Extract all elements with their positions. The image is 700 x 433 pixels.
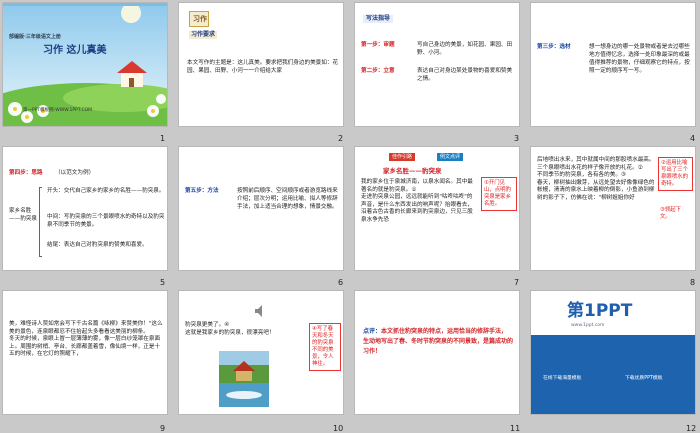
slide-number-4: 4 xyxy=(690,134,696,143)
slide-thumbnail-6[interactable]: 第五步：方法 按照前后顺序、空间顺序或者游览路线来介绍；层次分明；运用比喻、拟人… xyxy=(178,146,344,271)
pavilion-photo xyxy=(219,351,269,407)
slide-sorter-grid: 部编版·三年级语文上册 习作 这儿真美 第一PPT模板网-WWW.1PPT.CO… xyxy=(0,0,700,433)
outline-item-2: 中间：写豹突泉的三个景眼喷水的奇特以及豹突泉不同季节的美景。 xyxy=(47,214,165,228)
slide-thumbnail-5[interactable]: 第四步：思路 （以范文为例） 家乡名胜——豹突泉 开头：交代自己家乡的家乡的名胜… xyxy=(2,146,168,271)
slide-thumbnail-4[interactable]: 第三步：选材 想一想身边的哪一处景物或者是去过哪些地方值得忆念，选择一处印象最深… xyxy=(530,2,696,127)
essay-text: 我的家乡位于泉城济南，以泉水闻名。其中最著名的就是豹突泉。① 走进豹突泉公园，远… xyxy=(361,179,473,223)
outline-topic: 家乡名胜——豹突泉 xyxy=(9,208,37,222)
download-link-2[interactable]: 下载优质PPT模板 xyxy=(625,375,663,383)
slide-number-1: 1 xyxy=(160,134,166,143)
annotation-note-2: ③领起下文。 xyxy=(658,205,693,223)
slide-number-11: 11 xyxy=(510,424,521,433)
slide-footer: 第一PPT模板网-WWW.1PPT.COM xyxy=(23,108,93,113)
step-2-label: 第二步：立意 xyxy=(361,68,395,74)
slide-number-6: 6 xyxy=(338,278,344,287)
brand-logo: 第1PPT xyxy=(567,301,633,321)
requirement-text: 本文写作的主题是：这儿真美。要求把我们身边的美景如：花园、果园、田野、小河一一介… xyxy=(187,60,339,74)
essay-text: 美，难怪诗人贾如常会写下千古名篇《咏柳》来赞美你！"这么美的景色，连泉眼都忍不住… xyxy=(9,321,163,358)
step-3-label: 第三步：选材 xyxy=(537,44,571,50)
slide-number-8: 8 xyxy=(690,278,696,287)
step-5-text: 按照前后顺序、空间顺序或者游览路线来介绍；层次分明；运用比喻、拟人等修辞手法，加… xyxy=(237,188,338,210)
review-text: 本文抓住豹突泉的特点，运用恰当的修辞手法，生动地写出了春、冬时节豹突泉的不同景致… xyxy=(363,328,514,355)
annotation-note: ①开门见山，点明豹突泉是家乡名胜。 xyxy=(481,177,517,211)
outline-item-3: 结尾：表达自己对豹突泉的赞美和喜爱。 xyxy=(47,242,148,248)
slide-number-2: 2 xyxy=(338,134,344,143)
slide-number-12: 12 xyxy=(686,424,697,433)
step-4-hint: （以范文为例） xyxy=(55,170,95,176)
tab-essay-review: 例文点评 xyxy=(437,153,464,161)
slide-number-10: 10 xyxy=(333,424,344,433)
slide-number-5: 5 xyxy=(160,278,166,287)
section-header: 写法指导 xyxy=(363,15,394,23)
review-label: 点评： xyxy=(363,328,382,335)
annotation-note-1: ②运用比喻写出了三个泉眼喷水的奇特。 xyxy=(658,157,693,191)
tag-title: 习作 xyxy=(193,15,207,23)
step-5-label: 第五步：方法 xyxy=(185,188,219,194)
step-1-label: 第一步：审题 xyxy=(361,42,395,48)
annotation-note: ④写了春天和冬天的豹突泉不同的美景，令人神往。 xyxy=(309,323,341,371)
outline-item-1: 开头：交代自己家乡的家乡的名胜——豹突泉。 xyxy=(47,188,165,194)
step-2-text: 表达自己对身边某处景物的喜爱和赞美之情。 xyxy=(417,68,513,82)
outline-bracket xyxy=(39,187,42,257)
slide-thumbnail-10[interactable]: 豹突泉更美了。④ 这就是我家乡的豹突泉，很漂亮吧！ ④写了春天和冬天的豹突泉不同… xyxy=(178,290,344,415)
tag-subtitle: 习作要求 xyxy=(189,31,218,39)
slide-title: 习作 这儿真美 xyxy=(43,45,107,56)
slide-thumbnail-9[interactable]: 美，难怪诗人贾如常会写下千古名篇《咏柳》来赞美你！"这么美的景色，连泉眼都忍不住… xyxy=(2,290,168,415)
slide-thumbnail-7[interactable]: 佳作引路 例文点评 家乡名胜——豹突泉 我的家乡位于泉城济南，以泉水闻名。其中最… xyxy=(354,146,520,271)
essay-title: 家乡名胜——豹突泉 xyxy=(383,167,442,175)
download-link-1[interactable]: 在线下载海量模板 xyxy=(543,375,581,383)
slide-thumbnail-12[interactable]: 第1PPT www.1ppt.com 在线下载海量模板 下载优质PPT模板 xyxy=(530,290,696,415)
speaker-icon[interactable] xyxy=(255,305,265,317)
step-3-text: 想一想身边的哪一处景物或者是去过哪些地方值得忆念，选择一处印象最深的或最值得推荐… xyxy=(589,44,690,74)
series-label: 部编版·三年级语文上册 xyxy=(9,34,61,40)
slide-number-3: 3 xyxy=(514,134,520,143)
title-tag: 习作 xyxy=(189,11,209,27)
slide-number-7: 7 xyxy=(514,278,520,287)
slide-number-9: 9 xyxy=(160,424,166,433)
essay-text: 后地喷出水来，其中就属中间的那股喷水最高。三个泉眼喷出水花的样子像开放的礼花。②… xyxy=(537,157,655,201)
tab-featured-essay: 佳作引路 xyxy=(389,153,416,161)
slide-thumbnail-2[interactable]: 习作 习作要求 本文写作的主题是：这儿真美。要求把我们身边的美景如：花园、果园、… xyxy=(178,2,344,127)
slide-thumbnail-3[interactable]: 写法指导 第一步：审题 写自己身边的美景，如花园、果园、田野、小河。 第二步：立… xyxy=(354,2,520,127)
step-1-text: 写自己身边的美景，如花园、果园、田野、小河。 xyxy=(417,42,513,56)
slide-thumbnail-11[interactable]: 点评：本文抓住豹突泉的特点，运用恰当的修辞手法，生动地写出了春、冬时节豹突泉的不… xyxy=(354,290,520,415)
brand-url: www.1ppt.com xyxy=(571,323,605,328)
review-block: 点评：本文抓住豹突泉的特点，运用恰当的修辞手法，生动地写出了春、冬时节豹突泉的不… xyxy=(363,327,513,357)
essay-text: 豹突泉更美了。④ 这就是我家乡的豹突泉，很漂亮吧！ xyxy=(185,322,275,336)
slide-thumbnail-8[interactable]: 后地喷出水来，其中就属中间的那股喷水最高。三个泉眼喷出水花的样子像开放的礼花。②… xyxy=(530,146,696,271)
slide-thumbnail-1[interactable]: 部编版·三年级语文上册 习作 这儿真美 第一PPT模板网-WWW.1PPT.CO… xyxy=(2,2,168,127)
step-4-label: 第四步：思路 xyxy=(9,170,43,176)
